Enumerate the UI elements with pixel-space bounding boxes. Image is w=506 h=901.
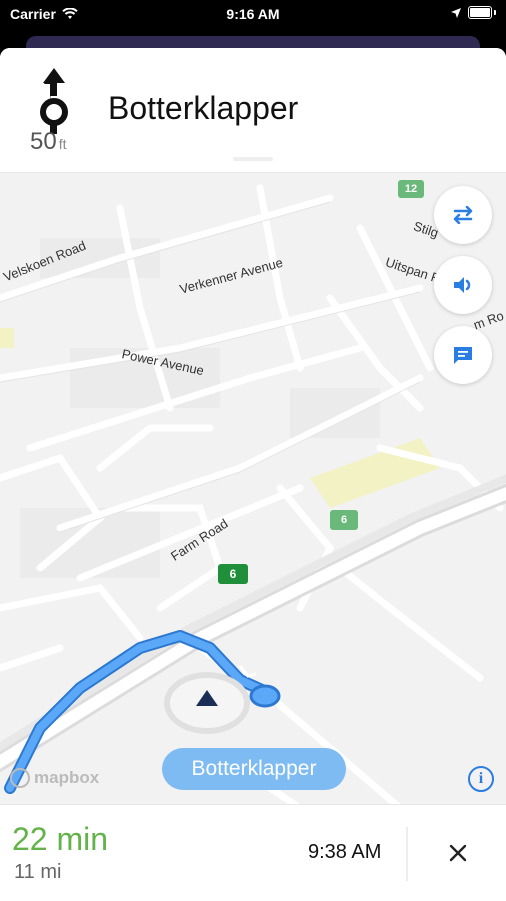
route-shield-6a: 6 (330, 510, 358, 530)
swap-arrows-icon (453, 206, 473, 224)
mapbox-circle-icon (10, 768, 30, 788)
distance-unit: ft (58, 136, 67, 152)
battery-tip (494, 10, 496, 15)
destination-label: Botterklapper (162, 748, 346, 790)
trip-progress-bar[interactable]: 22 min 11 mi 9:38 AM (0, 804, 506, 901)
banner-drag-handle[interactable] (233, 157, 273, 161)
maneuver-distance: 50 ft (30, 128, 66, 156)
close-button[interactable] (440, 835, 476, 871)
status-right (450, 6, 496, 19)
mapbox-logo: mapbox (10, 768, 99, 788)
mapbox-wordmark: mapbox (34, 768, 100, 787)
feedback-button[interactable] (434, 326, 492, 384)
bottom-divider (406, 827, 408, 881)
mute-button[interactable] (434, 256, 492, 314)
instruction-banner[interactable]: Botterklapper 50 ft (0, 48, 506, 172)
user-location-arrow-icon (196, 690, 218, 706)
route-shield-12: 12 (398, 180, 424, 198)
battery-icon (468, 6, 492, 19)
chat-icon (454, 347, 472, 364)
info-icon[interactable]: i (468, 766, 494, 792)
eta-duration: 22 min (12, 821, 109, 857)
distance-value: 50 (30, 128, 57, 155)
speaker-icon (454, 277, 471, 293)
route-shield-6b: 6 (218, 564, 248, 584)
remaining-distance: 11 mi (14, 861, 62, 883)
route-overview-button[interactable] (434, 186, 492, 244)
close-icon (449, 844, 467, 862)
arrival-time: 9:38 AM (308, 841, 382, 863)
street-name: Botterklapper (108, 90, 299, 126)
status-time: 9:16 AM (226, 6, 280, 22)
location-arrow-icon (451, 7, 461, 18)
status-bar: Carrier 9:16 AM (0, 0, 506, 30)
